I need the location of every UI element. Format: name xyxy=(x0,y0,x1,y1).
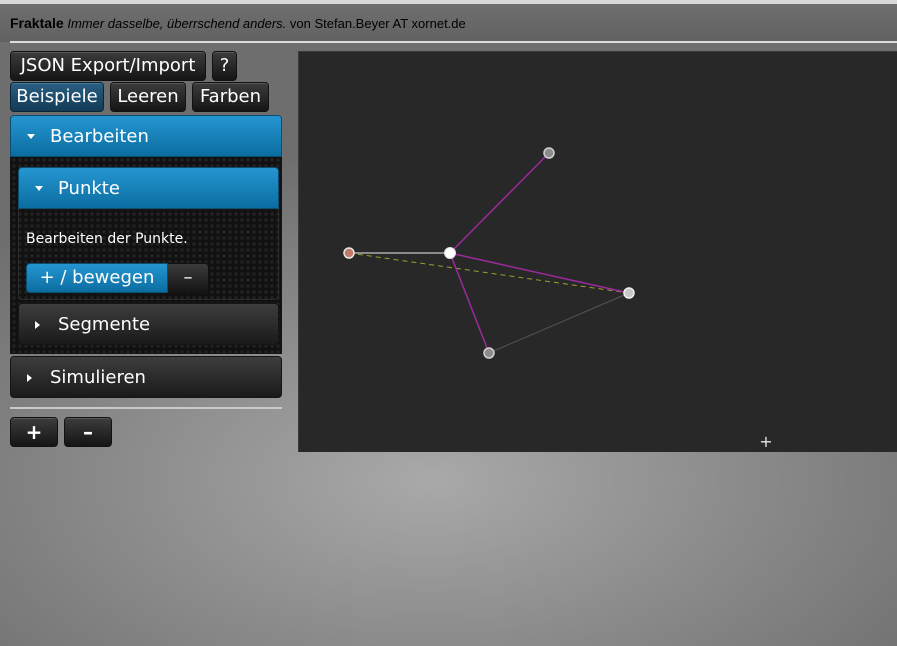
zoom-in-button[interactable]: + xyxy=(10,417,58,447)
page-title: Fraktale Immer dasselbe, überrschend and… xyxy=(10,15,466,31)
accordion-simulate-header[interactable]: Simulieren xyxy=(10,356,282,398)
guide-line xyxy=(348,252,630,294)
control-point[interactable] xyxy=(483,347,495,359)
accordion-points-label: Punkte xyxy=(58,178,120,199)
accordion-segments-header[interactable]: Segmente xyxy=(18,303,279,345)
app-credit: von Stefan.Beyer AT xornet.de xyxy=(289,16,466,31)
points-description: Bearbeiten der Punkte. xyxy=(26,231,188,247)
accordion-segments-label: Segmente xyxy=(58,314,151,335)
start-point[interactable] xyxy=(343,247,355,259)
help-button[interactable]: ? xyxy=(212,51,237,81)
zoom-out-button[interactable]: – xyxy=(64,417,112,447)
accordion-points-header[interactable]: Punkte xyxy=(18,167,279,209)
remove-point-button[interactable]: – xyxy=(168,263,209,293)
colors-button[interactable]: Farben xyxy=(192,82,269,112)
json-export-import-button[interactable]: JSON Export/Import xyxy=(10,51,206,81)
segment-line[interactable] xyxy=(449,252,630,294)
accordion-simulate-label: Simulieren xyxy=(50,367,146,388)
add-move-point-button[interactable]: + / bewegen xyxy=(26,263,168,293)
fractal-drawing[interactable]: + xyxy=(299,52,897,453)
segment-line[interactable] xyxy=(449,152,550,254)
segment-line[interactable] xyxy=(449,252,490,354)
examples-button[interactable]: Beispiele xyxy=(10,82,104,112)
pivot-point[interactable] xyxy=(444,247,456,259)
triangle-down-icon xyxy=(27,134,35,139)
clear-button[interactable]: Leeren xyxy=(110,82,186,112)
triangle-right-icon xyxy=(35,321,40,329)
crosshair-cursor-icon: + xyxy=(759,432,772,451)
fractal-canvas[interactable]: + xyxy=(298,51,897,452)
triangle-down-icon xyxy=(35,186,43,191)
control-point[interactable] xyxy=(543,147,555,159)
sidebar-divider xyxy=(10,407,282,409)
accordion-edit-label: Bearbeiten xyxy=(50,126,149,147)
app-tagline: Immer dasselbe, überrschend anders. xyxy=(67,16,287,31)
header-divider xyxy=(10,41,897,43)
accordion-edit-header[interactable]: Bearbeiten xyxy=(10,115,282,157)
app-name: Fraktale xyxy=(10,15,64,31)
connector-line xyxy=(488,292,630,354)
triangle-right-icon xyxy=(27,374,32,382)
end-point[interactable] xyxy=(623,287,635,299)
